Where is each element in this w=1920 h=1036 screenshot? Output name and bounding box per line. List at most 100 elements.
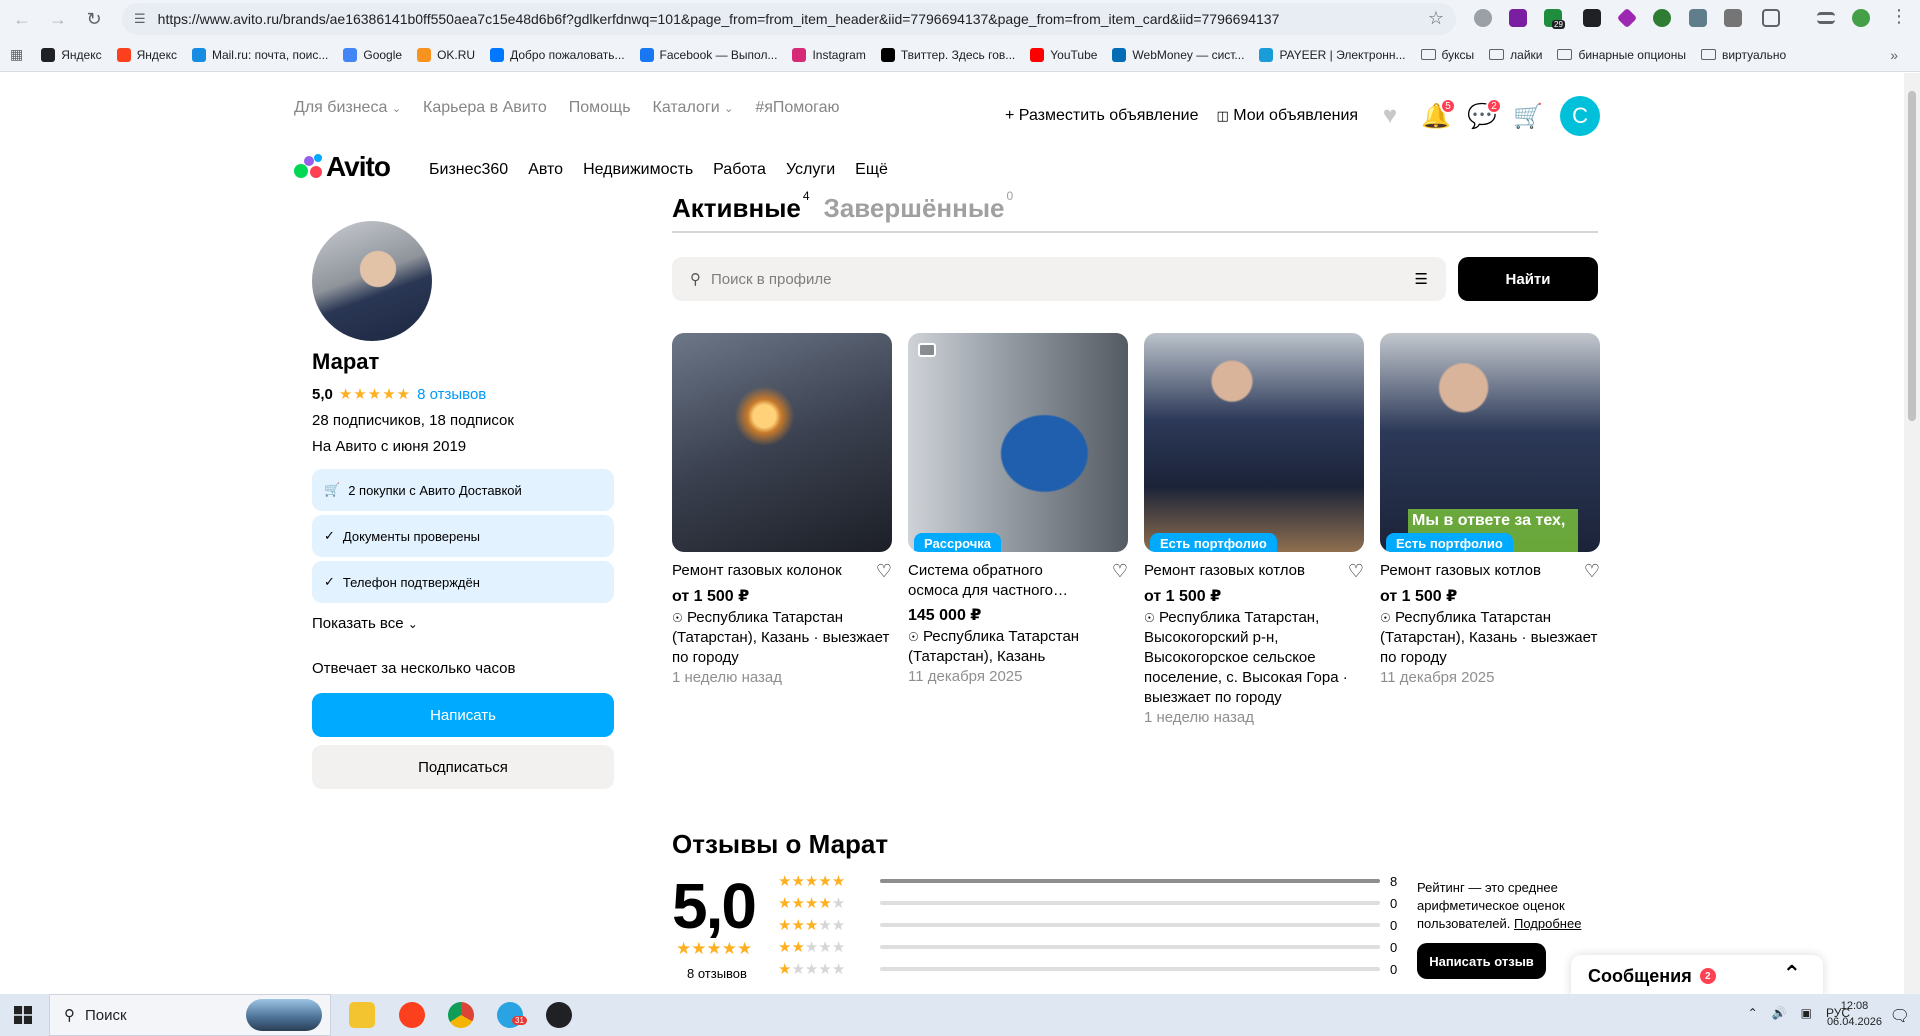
subscribe-button[interactable]: Подписаться xyxy=(312,745,614,789)
nav-services[interactable]: Услуги xyxy=(786,161,835,179)
user-avatar[interactable]: С xyxy=(1560,96,1601,136)
extension-cube-icon[interactable] xyxy=(1689,9,1707,27)
listing-title[interactable]: Система обратного осмоса для частного… xyxy=(908,561,1088,601)
listing-photo[interactable]: Рассрочка xyxy=(908,333,1128,552)
filter-sliders-icon[interactable]: ☰ xyxy=(1415,270,1428,288)
nav-realty[interactable]: Недвижимость xyxy=(583,161,693,179)
forward-icon[interactable]: → xyxy=(44,5,72,33)
translate-icon[interactable] xyxy=(1474,9,1492,27)
nav-for-business[interactable]: Для бизнеса ⌄ xyxy=(294,99,401,117)
listing-card[interactable]: Рассрочка Система обратного осмоса для ча… xyxy=(908,333,1128,726)
find-button[interactable]: Найти xyxy=(1458,257,1598,301)
listing-photo[interactable] xyxy=(672,333,892,552)
bookmark-item[interactable]: Добро пожаловать... xyxy=(490,47,625,62)
more-info-link[interactable]: Подробнее xyxy=(1514,916,1581,931)
chevron-up-icon[interactable]: ⌃ xyxy=(1783,961,1801,987)
messages-chat-icon[interactable]: 💬 2 xyxy=(1467,98,1503,130)
reload-icon[interactable]: ↻ xyxy=(80,5,108,33)
address-bar[interactable]: ☰ https://www.avito.ru/brands/ae16386141… xyxy=(122,3,1456,35)
bookmark-item[interactable]: PAYEER | Электронн... xyxy=(1259,47,1406,62)
listing-photo[interactable]: Мы в ответе за тех, нили!Есть портфолио xyxy=(1380,333,1600,552)
bookmark-folder[interactable]: бинарные опционы xyxy=(1557,48,1686,62)
badge-documents[interactable]: ✓ Документы проверены xyxy=(312,515,614,557)
show-all-link[interactable]: Показать все ⌄ xyxy=(312,615,614,632)
back-icon[interactable]: ← xyxy=(8,5,36,33)
network-icon[interactable]: ▣ xyxy=(1801,1006,1812,1020)
extension-list-icon[interactable] xyxy=(1583,9,1601,27)
cart-icon[interactable]: 🛒 xyxy=(1513,102,1543,130)
media-control-icon[interactable] xyxy=(1817,12,1835,24)
nav-more[interactable]: Ещё xyxy=(855,161,888,179)
nav-ya-pomogayu[interactable]: #яПомогаю xyxy=(755,99,839,117)
listing-title[interactable]: Ремонт газовых котлов xyxy=(1144,561,1305,582)
tab-active[interactable]: Активные 4 xyxy=(672,189,810,224)
reviews-link[interactable]: 8 отзывов xyxy=(417,386,486,403)
post-ad-link[interactable]: + Разместить объявление xyxy=(1005,107,1199,125)
listing-card[interactable]: Есть портфолио Ремонт газовых котлов ♡ от 1… xyxy=(1144,333,1364,726)
page-scrollbar[interactable] xyxy=(1904,73,1920,994)
chrome-icon[interactable] xyxy=(448,1002,474,1028)
write-button[interactable]: Написать xyxy=(312,693,614,737)
app-eye-icon[interactable] xyxy=(546,1002,572,1028)
yandex-browser-icon[interactable] xyxy=(399,1002,425,1028)
followers-text[interactable]: 28 подписчиков, 18 подписок xyxy=(312,412,614,429)
windows-start-icon[interactable] xyxy=(14,1006,32,1024)
profile-search-input[interactable] xyxy=(711,270,1311,288)
extension-k-icon[interactable] xyxy=(1653,9,1671,27)
nav-jobs[interactable]: Работа xyxy=(713,161,766,179)
clock[interactable]: 12:08 06.04.2026 xyxy=(1827,998,1882,1030)
bookmark-item[interactable]: Google xyxy=(343,47,402,62)
nav-catalogs[interactable]: Каталоги ⌄ xyxy=(653,99,734,117)
extension-ghost-icon[interactable] xyxy=(1724,9,1742,27)
listing-card[interactable]: Ремонт газовых колонок ♡ от 1 500 ₽ ☉ Респу… xyxy=(672,333,892,726)
seller-avatar[interactable] xyxy=(312,221,432,341)
write-review-button[interactable]: Написать отзыв xyxy=(1417,943,1546,979)
file-explorer-icon[interactable] xyxy=(349,1002,375,1028)
bookmark-item[interactable]: WebMoney — сист... xyxy=(1112,47,1244,62)
badge-phone[interactable]: ✓ Телефон подтверждён xyxy=(312,561,614,603)
bookmarks-more-icon[interactable]: » xyxy=(1890,47,1898,63)
listing-title[interactable]: Ремонт газовых котлов xyxy=(1380,561,1541,582)
my-ads-link[interactable]: ◫ Мои объявления xyxy=(1217,107,1359,125)
avito-logo[interactable]: Avito xyxy=(294,151,391,183)
favorite-heart-icon[interactable]: ♡ xyxy=(1112,561,1128,601)
apps-grid-icon[interactable]: ▦ xyxy=(10,46,23,63)
favorite-heart-icon[interactable]: ♡ xyxy=(876,561,892,582)
bookmark-item[interactable]: Instagram xyxy=(792,47,866,62)
messages-widget[interactable]: Сообщения 2 ⌃ xyxy=(1571,955,1823,994)
profile-search-box[interactable]: ⚲ ☰ xyxy=(672,257,1446,301)
nav-business360[interactable]: Бизнес360 xyxy=(429,161,508,179)
taskbar-search[interactable]: ⚲ Поиск xyxy=(49,994,331,1036)
listing-card[interactable]: Мы в ответе за тех, нили!Есть портфолио Р… xyxy=(1380,333,1600,726)
volume-icon[interactable]: 🔊 xyxy=(1772,1006,1787,1020)
extension-se-icon[interactable] xyxy=(1509,9,1527,27)
bookmark-item[interactable]: Твиттер. Здесь гов... xyxy=(880,47,1015,62)
site-info-icon[interactable]: ☰ xyxy=(134,11,146,27)
bookmark-item[interactable]: YouTube xyxy=(1030,47,1097,62)
profile-avatar-icon[interactable] xyxy=(1852,9,1870,27)
nav-auto[interactable]: Авто xyxy=(528,161,563,179)
listing-photo[interactable]: Есть портфолио xyxy=(1144,333,1364,552)
bookmark-item[interactable]: Mail.ru: почта, поис... xyxy=(191,47,328,62)
notifications-center-icon[interactable]: 🗨 xyxy=(1890,1006,1910,1026)
listing-title[interactable]: Ремонт газовых колонок xyxy=(672,561,842,582)
tray-chevron-up-icon[interactable]: ⌃ xyxy=(1748,1006,1758,1020)
bookmark-item[interactable]: Яндекс xyxy=(116,47,177,62)
bookmark-folder[interactable]: виртуально xyxy=(1700,48,1786,62)
tab-completed[interactable]: Завершённые 0 xyxy=(824,189,1014,224)
bookmark-item[interactable]: Facebook — Выпол... xyxy=(639,47,777,62)
favorites-heart-icon[interactable]: ♥ xyxy=(1376,102,1404,130)
chrome-menu-icon[interactable]: ⋮ xyxy=(1890,6,1908,27)
scrollbar-thumb[interactable] xyxy=(1908,91,1916,421)
nav-help[interactable]: Помощь xyxy=(569,99,631,117)
bookmark-star-icon[interactable]: ☆ xyxy=(1428,8,1444,29)
bookmark-item[interactable]: OK.RU xyxy=(417,47,475,62)
extension-gem-icon[interactable] xyxy=(1616,7,1638,29)
badge-delivery[interactable]: 🛒 2 покупки с Авито Доставкой xyxy=(312,469,614,511)
favorite-heart-icon[interactable]: ♡ xyxy=(1584,561,1600,582)
bookmark-item[interactable]: Яндекс xyxy=(41,47,102,62)
bookmark-folder[interactable]: буксы xyxy=(1420,48,1474,62)
bookmark-folder[interactable]: лайки xyxy=(1489,48,1542,62)
nav-career[interactable]: Карьера в Авито xyxy=(423,99,547,117)
favorite-heart-icon[interactable]: ♡ xyxy=(1348,561,1364,582)
